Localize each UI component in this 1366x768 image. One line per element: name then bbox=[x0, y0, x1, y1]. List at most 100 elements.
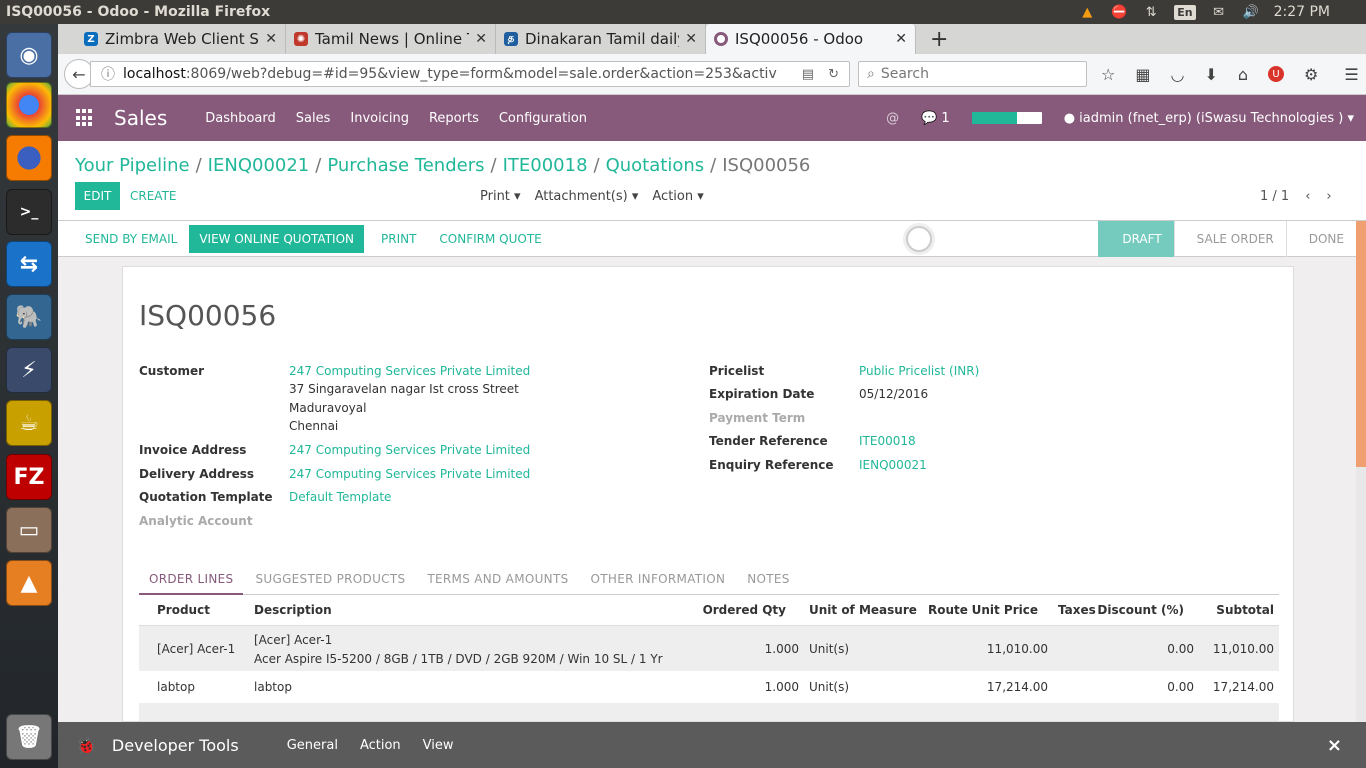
view-online-quotation-button[interactable]: VIEW ONLINE QUOTATION bbox=[189, 224, 364, 253]
send-by-email-button[interactable]: SEND BY EMAIL bbox=[75, 225, 187, 253]
confirm-quote-button[interactable]: CONFIRM QUOTE bbox=[429, 225, 551, 253]
customer-label: Customer bbox=[139, 364, 205, 378]
chrome-icon[interactable] bbox=[6, 82, 52, 128]
postgres-icon[interactable]: 🐘 bbox=[6, 294, 52, 340]
col-unit-price[interactable]: Unit Price bbox=[972, 603, 1038, 617]
create-button[interactable]: CREATE bbox=[130, 182, 177, 210]
vlc-tray-icon[interactable]: ▲ bbox=[1078, 4, 1096, 20]
page-scrollbar[interactable] bbox=[1356, 221, 1366, 722]
search-input[interactable]: ⌕ Search bbox=[858, 61, 1087, 87]
chevron-left-icon[interactable]: ‹ bbox=[1305, 189, 1310, 204]
col-unit-of-measure[interactable]: Unit of Measure bbox=[809, 603, 917, 617]
close-tab-icon[interactable]: ✕ bbox=[475, 31, 487, 47]
genie-icon[interactable]: ☕ bbox=[6, 400, 52, 446]
vlc-icon[interactable]: ▲ bbox=[6, 560, 52, 606]
keyboard-layout-indicator[interactable]: En bbox=[1174, 4, 1196, 20]
apps-grid-icon[interactable] bbox=[76, 109, 94, 127]
menu-invoicing[interactable]: Invoicing bbox=[350, 111, 409, 126]
close-icon[interactable]: × bbox=[1327, 735, 1342, 756]
edit-button[interactable]: EDIT bbox=[75, 182, 120, 210]
devtools-general[interactable]: General bbox=[287, 738, 338, 753]
extension-icon[interactable]: ⚙ bbox=[1304, 65, 1318, 84]
home-icon[interactable]: ⌂ bbox=[1238, 65, 1248, 84]
bookmark-star-icon[interactable]: ☆ bbox=[1101, 65, 1115, 84]
breadcrumb-item[interactable]: Quotations bbox=[606, 155, 705, 176]
firefox-icon[interactable] bbox=[6, 135, 52, 181]
col-description[interactable]: Description bbox=[254, 603, 332, 617]
pager-value[interactable]: 1 / 1 bbox=[1260, 189, 1289, 204]
stage-sale-order[interactable]: SALE ORDER bbox=[1173, 221, 1286, 257]
attachments-dropdown[interactable]: Attachment(s) ▾ bbox=[535, 189, 639, 204]
action-dropdown[interactable]: Action ▾ bbox=[652, 189, 703, 204]
no-entry-icon[interactable]: ⛔ bbox=[1110, 4, 1128, 20]
close-tab-icon[interactable]: ✕ bbox=[685, 31, 697, 47]
table-row[interactable]: [Acer] Acer-1 [Acer] Acer-1 Acer Aspire … bbox=[139, 625, 1279, 671]
tender-reference-link[interactable]: ITE00018 bbox=[859, 434, 916, 448]
files-icon[interactable]: ▭ bbox=[6, 507, 52, 553]
breadcrumb-item[interactable]: Your Pipeline bbox=[75, 155, 190, 176]
filezilla-icon[interactable]: FZ bbox=[6, 454, 52, 500]
col-product[interactable]: Product bbox=[157, 603, 210, 617]
stage-draft[interactable]: DRAFT bbox=[1098, 221, 1174, 257]
chevron-right-icon[interactable]: › bbox=[1326, 189, 1331, 204]
clock[interactable]: 2:27 PM bbox=[1274, 4, 1330, 20]
url-bar[interactable]: ⓘ localhost:8069/web?debug=#id=95&view_t… bbox=[90, 61, 850, 87]
browser-tab-active[interactable]: ISQ00056 - Odoo ✕ bbox=[706, 24, 916, 54]
breadcrumb-item[interactable]: IENQ00021 bbox=[208, 155, 310, 176]
col-discount[interactable]: Discount (%) bbox=[1097, 603, 1184, 617]
hamburger-menu-icon[interactable]: ☰ bbox=[1344, 65, 1358, 84]
col-ordered-qty[interactable]: Ordered Qty bbox=[703, 603, 786, 617]
tab-order-lines[interactable]: ORDER LINES bbox=[139, 567, 244, 595]
tab-other-information[interactable]: OTHER INFORMATION bbox=[581, 567, 736, 595]
browser-tab[interactable]: த Dinakaran Tamil daily ✕ bbox=[496, 24, 706, 54]
col-subtotal[interactable]: Subtotal bbox=[1216, 603, 1274, 617]
devtools-view[interactable]: View bbox=[423, 738, 454, 753]
menu-reports[interactable]: Reports bbox=[429, 111, 479, 126]
info-icon[interactable]: ⓘ bbox=[101, 64, 115, 84]
breadcrumb-item[interactable]: Purchase Tenders bbox=[327, 155, 484, 176]
download-icon[interactable]: ⬇ bbox=[1204, 65, 1217, 84]
print-button[interactable]: PRINT bbox=[371, 225, 426, 253]
stage-done[interactable]: DONE bbox=[1285, 221, 1356, 257]
trash-icon[interactable]: 🗑 bbox=[6, 714, 52, 760]
pocket-icon[interactable]: ◡ bbox=[1170, 65, 1184, 84]
delivery-address-link[interactable]: 247 Computing Services Private Limited bbox=[289, 467, 530, 481]
invoice-address-link[interactable]: 247 Computing Services Private Limited bbox=[289, 443, 530, 457]
terminal-icon[interactable]: >_ bbox=[6, 189, 52, 235]
close-tab-icon[interactable]: ✕ bbox=[895, 31, 907, 47]
menu-dashboard[interactable]: Dashboard bbox=[205, 111, 276, 126]
adblock-icon[interactable]: U bbox=[1268, 66, 1284, 82]
mail-icon[interactable]: ✉ bbox=[1210, 4, 1228, 20]
new-tab-icon[interactable]: + bbox=[930, 24, 948, 54]
col-taxes[interactable]: Taxes bbox=[1058, 603, 1096, 617]
menu-sales[interactable]: Sales bbox=[296, 111, 331, 126]
menu-configuration[interactable]: Configuration bbox=[499, 111, 587, 126]
close-tab-icon[interactable]: ✕ bbox=[265, 31, 277, 47]
tab-notes[interactable]: NOTES bbox=[737, 567, 799, 595]
network-arrows-icon[interactable]: ⇅ bbox=[1142, 4, 1160, 20]
at-mention-icon[interactable]: @ bbox=[886, 111, 899, 126]
pricelist-link[interactable]: Public Pricelist (INR) bbox=[859, 364, 979, 378]
reader-view-icon[interactable]: ▤ bbox=[802, 67, 814, 82]
reading-list-icon[interactable]: ▦ bbox=[1135, 65, 1150, 84]
tab-suggested-products[interactable]: SUGGESTED PRODUCTS bbox=[245, 567, 415, 595]
browser-tab[interactable]: Z Zimbra Web Client Sign In ✕ bbox=[76, 24, 286, 54]
enquiry-reference-link[interactable]: IENQ00021 bbox=[859, 458, 927, 472]
messages-menu[interactable]: 💬 1 bbox=[921, 111, 950, 126]
tab-terms-and-amounts[interactable]: TERMS AND AMOUNTS bbox=[417, 567, 578, 595]
col-route[interactable]: Route bbox=[928, 603, 968, 617]
breadcrumb-item[interactable]: ITE00018 bbox=[503, 155, 588, 176]
ubuntu-icon[interactable]: ◉ bbox=[6, 32, 52, 78]
table-row[interactable]: labtop labtop 1.000 Unit(s) 17,214.00 0.… bbox=[139, 671, 1279, 703]
teamviewer-icon[interactable]: ⇆ bbox=[6, 241, 52, 287]
print-dropdown[interactable]: Print ▾ bbox=[480, 189, 521, 204]
customer-link[interactable]: 247 Computing Services Private Limited bbox=[289, 364, 530, 378]
user-menu[interactable]: ● iadmin (fnet_erp) (iSwasu Technologies… bbox=[1064, 111, 1354, 126]
network-icon[interactable]: ⚡ bbox=[6, 347, 52, 393]
volume-icon[interactable]: 🔊 bbox=[1242, 4, 1260, 20]
browser-tab[interactable]: ✺ Tamil News | Online Tamil ✕ bbox=[286, 24, 496, 54]
quotation-template-link[interactable]: Default Template bbox=[289, 490, 391, 504]
reload-icon[interactable]: ↻ bbox=[828, 67, 839, 82]
devtools-action[interactable]: Action bbox=[360, 738, 401, 753]
scrollbar-thumb[interactable] bbox=[1356, 221, 1366, 467]
